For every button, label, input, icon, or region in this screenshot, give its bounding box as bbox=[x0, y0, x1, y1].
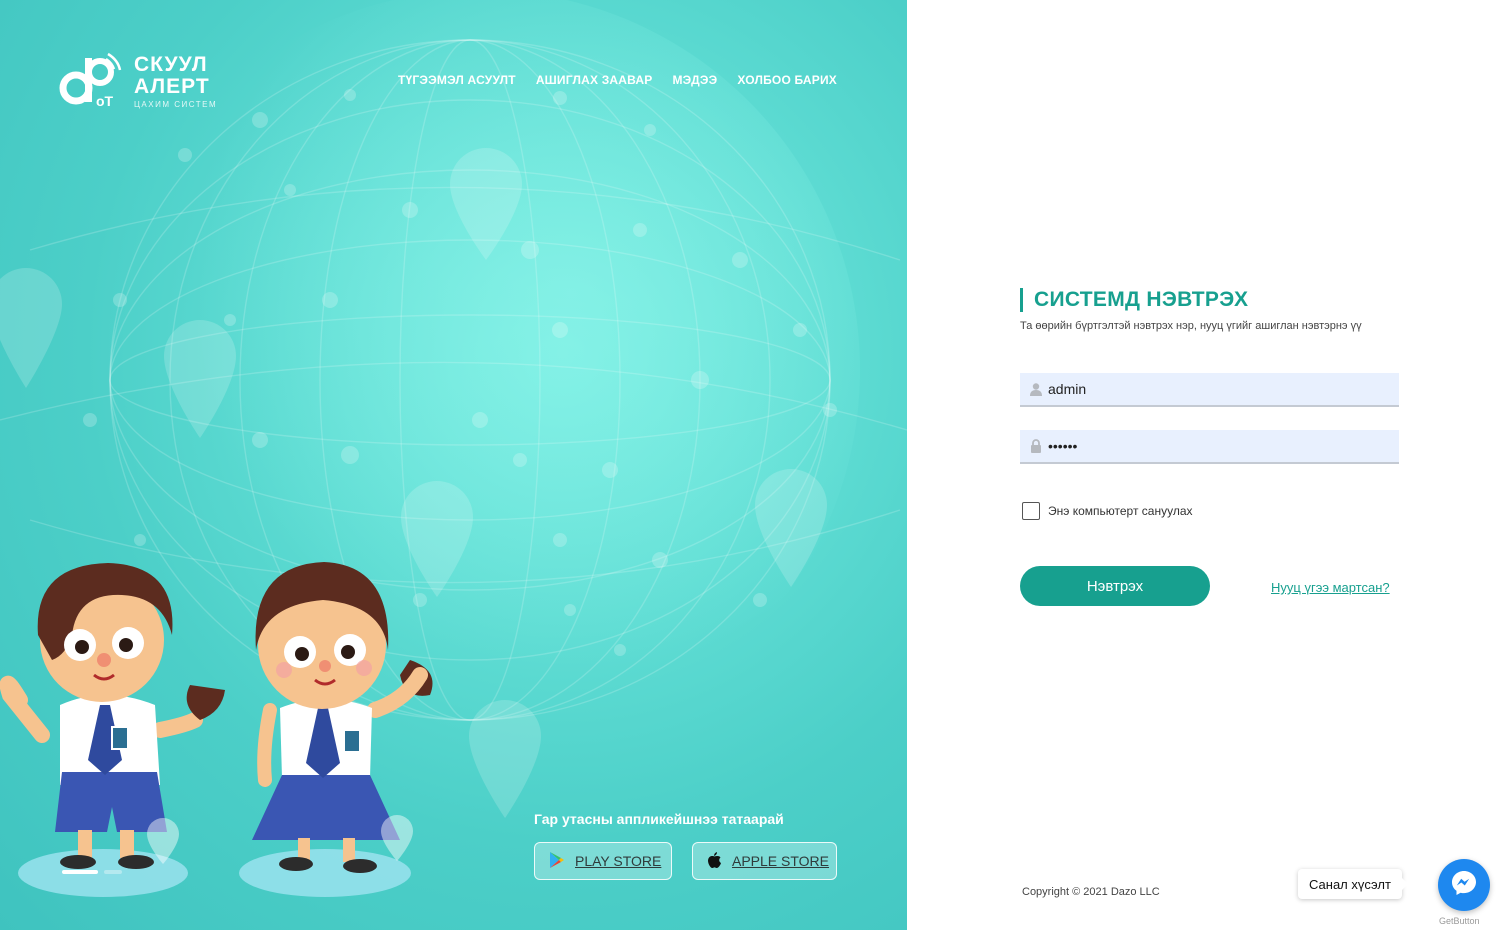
top-nav: ТҮГЭЭМЭЛ АСУУЛТ АШИГЛАХ ЗААВАР МЭДЭЭ ХОЛ… bbox=[398, 73, 837, 87]
play-store-label: PLAY STORE bbox=[575, 853, 662, 869]
copyright-text: Copyright © 2021 Dazo LLC bbox=[1022, 886, 1160, 898]
slider-dot-active[interactable] bbox=[62, 870, 98, 874]
slider-dot[interactable] bbox=[104, 870, 122, 874]
password-field[interactable] bbox=[1020, 430, 1399, 464]
brand-line-1: СКУУЛ bbox=[134, 52, 208, 76]
remember-me[interactable]: Энэ компьютерт сануулах bbox=[1022, 502, 1193, 520]
remember-label: Энэ компьютерт сануулах bbox=[1048, 504, 1193, 518]
feedback-tooltip[interactable]: Санал хүсэлт bbox=[1298, 869, 1408, 899]
kids-illustration bbox=[0, 562, 433, 897]
username-input[interactable] bbox=[1048, 381, 1388, 397]
app-download-title: Гар утасны аппликейшнээ татаарай bbox=[534, 811, 784, 827]
getbutton-credit[interactable]: GetButton bbox=[1439, 916, 1480, 926]
nav-news[interactable]: МЭДЭЭ bbox=[672, 73, 717, 87]
nav-user-guide[interactable]: АШИГЛАХ ЗААВАР bbox=[536, 73, 653, 87]
slider-pagination bbox=[62, 870, 122, 874]
play-store-button[interactable]: PLAY STORE bbox=[534, 842, 672, 880]
messenger-chat-button[interactable] bbox=[1438, 859, 1490, 911]
apple-store-button[interactable]: APPLE STORE bbox=[692, 842, 837, 880]
brand-logo[interactable]: oT СКУУЛ АЛЕРТ ЦАХИМ СИСТЕМ bbox=[58, 50, 217, 112]
brand-line-2: АЛЕРТ bbox=[134, 74, 210, 98]
login-button[interactable]: Нэвтрэх bbox=[1020, 566, 1210, 606]
nav-faq[interactable]: ТҮГЭЭМЭЛ АСУУЛТ bbox=[398, 73, 516, 87]
brand-tagline: ЦАХИМ СИСТЕМ bbox=[134, 99, 218, 109]
username-field[interactable] bbox=[1020, 373, 1399, 407]
forgot-password-link[interactable]: Нууц үгээ мартсан? bbox=[1271, 580, 1390, 595]
password-input[interactable] bbox=[1048, 438, 1388, 454]
svg-text:oT: oT bbox=[96, 93, 114, 109]
brand-name: СКУУЛ АЛЕРТ ЦАХИМ СИСТЕМ bbox=[134, 52, 218, 109]
nav-contact[interactable]: ХОЛБОО БАРИХ bbox=[737, 73, 837, 87]
messenger-icon bbox=[1450, 869, 1478, 902]
doT-logo-icon: oT bbox=[58, 50, 126, 112]
login-subtitle: Та өөрийн бүртгэлтэй нэвтрэх нэр, нууц ү… bbox=[1020, 320, 1362, 332]
login-title: СИСТЕМД НЭВТРЭХ bbox=[1020, 288, 1248, 312]
google-play-icon bbox=[549, 851, 565, 872]
apple-store-label: APPLE STORE bbox=[732, 853, 830, 869]
user-icon bbox=[1028, 381, 1044, 397]
apple-icon bbox=[707, 851, 722, 872]
hero-panel: oT СКУУЛ АЛЕРТ ЦАХИМ СИСТЕМ ТҮГЭЭМЭЛ АСУ… bbox=[0, 0, 907, 930]
lock-icon bbox=[1028, 438, 1044, 454]
remember-checkbox[interactable] bbox=[1022, 502, 1040, 520]
